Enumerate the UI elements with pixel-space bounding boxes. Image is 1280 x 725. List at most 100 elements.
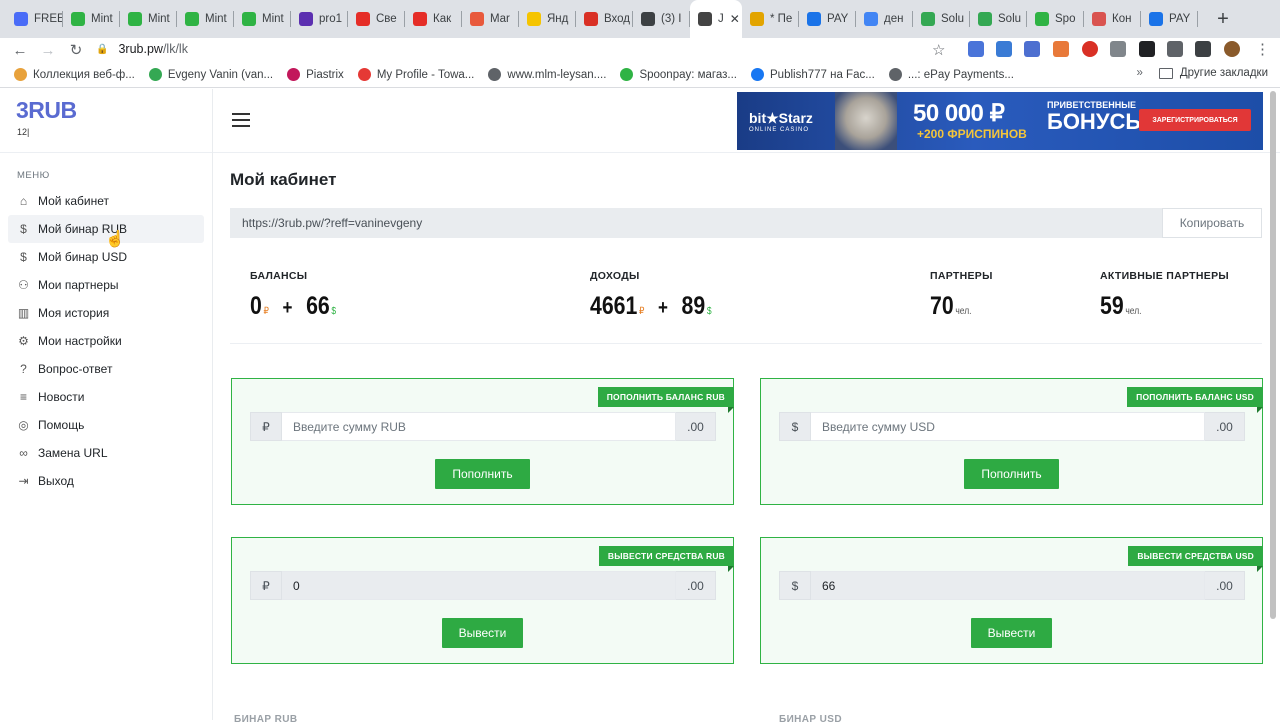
- bookmark-favicon-icon: [620, 68, 634, 81]
- more-bookmarks-chevron-icon[interactable]: »: [1136, 67, 1142, 79]
- withdraw-rub-input[interactable]: 0: [282, 571, 676, 600]
- dollar-icon: $: [20, 250, 27, 264]
- browser-tab[interactable]: * Пе: [742, 0, 799, 38]
- deposit-usd-input[interactable]: Введите сумму USD: [811, 412, 1205, 441]
- plus-sign: +: [658, 297, 668, 319]
- tab-label: Вход: [604, 13, 631, 25]
- tab-label: Mint: [148, 13, 170, 25]
- qr-extension-icon[interactable]: [1139, 41, 1155, 57]
- browser-tab[interactable]: Mar: [462, 0, 519, 38]
- stat-label: ПАРТНЕРЫ: [930, 270, 993, 282]
- hamburger-menu-icon[interactable]: [232, 113, 250, 131]
- site-logo[interactable]: 3RUB: [16, 97, 77, 124]
- browser-tab[interactable]: Вход: [576, 0, 633, 38]
- new-tab-icon[interactable]: +: [1208, 8, 1238, 31]
- puzzle-extensions-icon[interactable]: [1167, 41, 1183, 57]
- code-icon: [978, 12, 992, 26]
- sidebar-item[interactable]: ≡ Новости: [8, 383, 204, 411]
- browser-tab[interactable]: Solu: [970, 0, 1027, 38]
- bookmark-favicon-icon: [488, 68, 502, 81]
- withdraw-usd-input[interactable]: 66: [811, 571, 1205, 600]
- browser-tab[interactable]: Solu: [913, 0, 970, 38]
- close-tab-icon[interactable]: ✕: [730, 12, 740, 26]
- translate-extension-icon[interactable]: [968, 41, 984, 57]
- deposit-usd-button[interactable]: Пополнить: [964, 459, 1059, 489]
- header-bar: bit★Starz ONLINE CASINO 50 000 ₽ +200 ФРИ…: [213, 89, 1280, 153]
- other-bookmarks[interactable]: » Другие закладки: [1136, 67, 1268, 79]
- sidebar-item[interactable]: ⚙ Мои настройки: [8, 327, 204, 355]
- browser-tab[interactable]: PAY: [799, 0, 856, 38]
- back-icon[interactable]: ←: [6, 42, 34, 59]
- banner-register-button[interactable]: ЗАРЕГИСТРИРОВАТЬСЯ: [1139, 109, 1251, 131]
- bookmark-item[interactable]: Spoonpay: магаз...: [620, 68, 737, 81]
- browser-tab[interactable]: Mint: [120, 0, 177, 38]
- browser-tab[interactable]: FREE: [6, 0, 63, 38]
- ad-banner[interactable]: bit★Starz ONLINE CASINO 50 000 ₽ +200 ФРИ…: [737, 92, 1263, 150]
- b-icon: [807, 12, 821, 26]
- fox-extension-icon[interactable]: [1053, 41, 1069, 57]
- bookmark-item[interactable]: www.mlm-leysan....: [488, 68, 606, 81]
- sidebar-item[interactable]: ⌂ Мой кабинет: [8, 187, 204, 215]
- bookmark-favicon-icon: [14, 68, 27, 81]
- iq-extension-icon[interactable]: [996, 41, 1012, 57]
- page-scrollbar[interactable]: [1270, 91, 1276, 619]
- browser-tab[interactable]: Кон: [1084, 0, 1141, 38]
- link-icon: [14, 12, 28, 26]
- reading-list-icon[interactable]: [1195, 41, 1211, 57]
- copy-button[interactable]: Копировать: [1162, 208, 1262, 238]
- forward-icon[interactable]: →: [34, 42, 62, 59]
- bookmark-item[interactable]: Publish777 на Fac...: [751, 68, 875, 81]
- browser-menu-icon[interactable]: ⋮: [1255, 40, 1270, 58]
- sidebar-item[interactable]: ▥ Моя история: [8, 299, 204, 327]
- browser-tab[interactable]: PAY: [1141, 0, 1198, 38]
- withdraw-rub-button[interactable]: Вывести: [442, 618, 523, 648]
- sidebar-item[interactable]: ∞ Замена URL: [8, 439, 204, 467]
- sidebar: 3RUB 12| МЕНЮ ⌂ Мой кабинет $ Мой бинар RUB…: [0, 89, 213, 720]
- active-partners-value: 59: [1100, 292, 1124, 320]
- bookmark-item[interactable]: My Profile - Towa...: [357, 68, 474, 81]
- stat-balances: БАЛАНСЫ 0 ₽ + 66 $: [250, 270, 351, 321]
- feather-extension-icon[interactable]: [1110, 41, 1126, 57]
- tab-label: Mar: [490, 13, 510, 25]
- vpn-extension-icon[interactable]: [1024, 41, 1040, 57]
- sidebar-item[interactable]: ⇥ Выход: [8, 467, 204, 495]
- tab-label: Mint: [91, 13, 113, 25]
- address-bar[interactable]: 🔒 3rub.pw/lk/lk: [96, 39, 956, 59]
- browser-tab[interactable]: Mint: [234, 0, 291, 38]
- card-badge: ПОПОЛНИТЬ БАЛАНС USD: [1127, 387, 1263, 413]
- bookmark-star-icon[interactable]: ☆: [932, 41, 945, 59]
- bookmark-item[interactable]: Piastrix: [287, 68, 344, 81]
- stat-income: ДОХОДЫ 4661 ₽ + 89 $: [590, 270, 733, 321]
- sidebar-item[interactable]: ⚇ Мои партнеры: [8, 271, 204, 299]
- browser-tab[interactable]: ден: [856, 0, 913, 38]
- browser-tab[interactable]: Как: [405, 0, 462, 38]
- income-rub-value: 4661: [590, 292, 638, 320]
- browser-tab[interactable]: Spo: [1027, 0, 1084, 38]
- referral-link-input[interactable]: https://3rub.pw/?reff=vaninevgeny: [242, 216, 422, 230]
- bookmark-item[interactable]: Evgeny Vanin (van...: [148, 68, 273, 81]
- browser-tab[interactable]: Све: [348, 0, 405, 38]
- reload-icon[interactable]: ↻: [62, 41, 90, 59]
- sidebar-item[interactable]: ◎ Помощь: [8, 411, 204, 439]
- withdraw-usd-button[interactable]: Вывести: [971, 618, 1052, 648]
- card-badge: ПОПОЛНИТЬ БАЛАНС RUB: [597, 387, 735, 413]
- tab-label: Све: [376, 13, 397, 25]
- bookmark-item[interactable]: ...: ePay Payments...: [888, 68, 1014, 81]
- browser-tab[interactable]: Янд: [519, 0, 576, 38]
- dollar-sign: $: [779, 412, 811, 441]
- bookmark-label: Spoonpay: магаз...: [639, 68, 737, 81]
- profile-avatar[interactable]: [1224, 41, 1240, 57]
- browser-tab[interactable]: Mint: [63, 0, 120, 38]
- browser-tab[interactable]: Mint: [177, 0, 234, 38]
- adblock-extension-icon[interactable]: [1082, 41, 1098, 57]
- stat-active-partners: АКТИВНЫЕ ПАРТНЕРЫ 59 чел.: [1100, 270, 1229, 321]
- bookmark-item[interactable]: Коллекция веб-ф...: [14, 68, 135, 81]
- bookmark-label: Piastrix: [306, 68, 344, 81]
- browser-tab[interactable]: J ✕: [690, 0, 742, 38]
- sidebar-item[interactable]: ? Вопрос-ответ: [8, 355, 204, 383]
- deposit-rub-input[interactable]: Введите сумму RUB: [282, 412, 676, 441]
- tab-label: Кон: [1112, 13, 1132, 25]
- deposit-rub-button[interactable]: Пополнить: [435, 459, 530, 489]
- browser-tab[interactable]: pro1: [291, 0, 348, 38]
- browser-tab[interactable]: (3) I: [633, 0, 690, 38]
